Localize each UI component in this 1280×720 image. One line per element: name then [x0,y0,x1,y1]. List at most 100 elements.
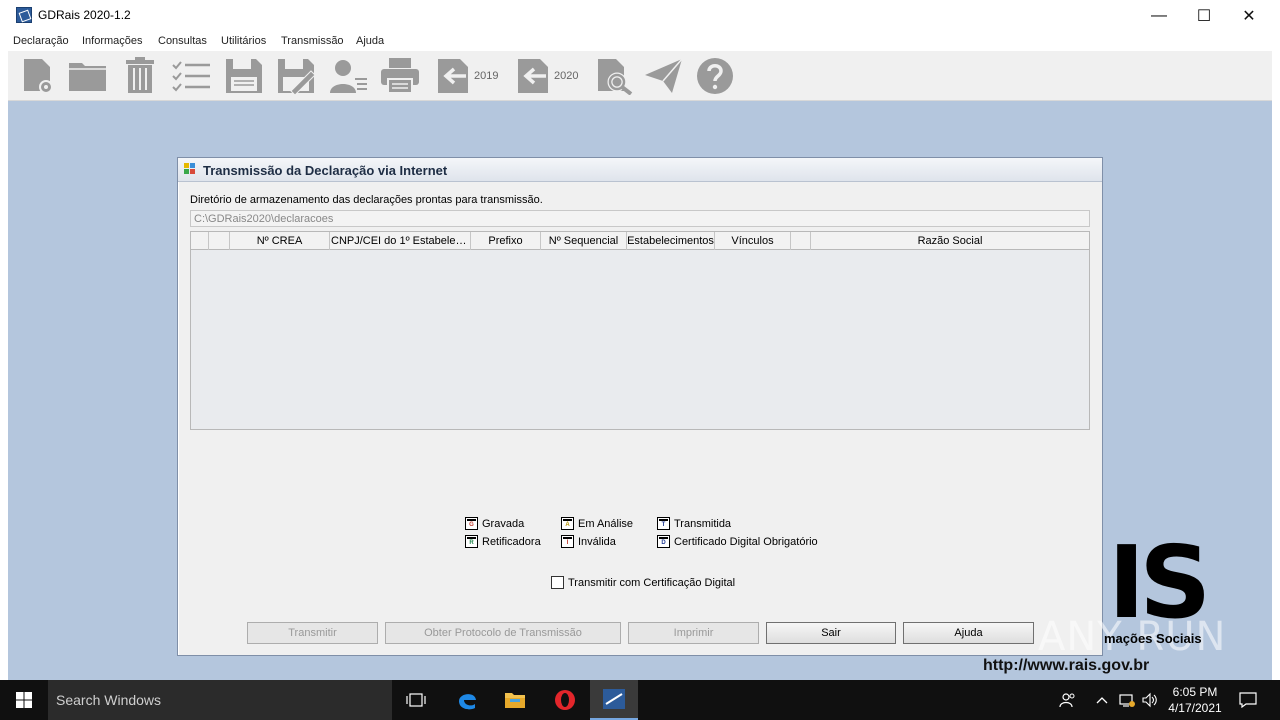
question-mark-icon [697,58,733,94]
import-arrow-icon [518,59,548,93]
minimize-button[interactable]: — [1136,0,1182,31]
save-edit-button[interactable] [277,57,317,95]
employee-button[interactable] [329,57,369,95]
rais-url: http://www.rais.gov.br [983,657,1150,674]
directory-field[interactable]: C:\GDRais2020\declaracoes [190,210,1090,227]
legend-retificadora: R Retificadora [465,535,541,548]
transmit-button[interactable] [644,57,684,95]
help-button[interactable] [696,57,734,95]
transmitted-status-icon: T [657,517,670,530]
saved-status-icon: G [465,517,478,530]
column-header-cnpj[interactable]: CNPJ/CEI do 1º Estabelecimento [330,232,471,250]
legend-label: Retificadora [482,535,541,548]
folder-icon [505,693,525,708]
document-search-icon [598,59,633,95]
transmitir-button[interactable]: Transmitir [247,622,378,644]
checkbox-box[interactable] [551,576,564,589]
search-document-button[interactable] [596,57,634,95]
menu-declaracao[interactable]: Declaração [13,35,69,47]
maximize-button[interactable]: ☐ [1181,0,1227,31]
delete-button[interactable] [124,57,156,95]
clock-date: 4/17/2021 [1168,701,1222,715]
dialog-window-icon [184,163,196,175]
rais-logo-subtitle: mações Sociais [1104,631,1202,646]
trash-icon [126,57,154,93]
sair-button[interactable]: Sair [766,622,896,644]
floppy-disk-icon [226,59,262,93]
import-2019-button[interactable]: 2019 [436,57,498,95]
gdrais-taskbar-button[interactable] [590,680,638,720]
dialog-title-bar[interactable]: Transmissão da Declaração via Internet [178,158,1102,182]
people-button[interactable] [1056,680,1080,720]
taskbar-clock[interactable]: 6:05 PM 4/17/2021 [1160,684,1230,716]
legend-invalida: I Inválida [561,535,616,548]
title-bar: GDRais 2020-1.2 — ☐ ✕ [0,0,1280,31]
start-button[interactable] [0,680,48,720]
column-header[interactable] [209,232,230,250]
edge-taskbar-button[interactable] [443,680,491,720]
table-header: Nº CREA CNPJ/CEI do 1º Estabelecimento P… [191,232,1089,250]
transmission-dialog: Transmissão da Declaração via Internet D… [177,157,1103,656]
print-button[interactable] [380,57,420,95]
network-button[interactable] [1116,680,1138,720]
column-header-sequencial[interactable]: Nº Sequencial [541,232,627,250]
column-header-razao-social[interactable]: Razão Social [811,232,1089,250]
opera-icon [555,690,575,710]
new-declaration-button[interactable] [22,57,58,95]
directory-label: Diretório de armazenamento das declaraçõ… [190,194,543,206]
volume-button[interactable] [1140,680,1160,720]
checkbox-label: Transmitir com Certificação Digital [568,576,736,589]
digital-certification-checkbox[interactable]: Transmitir com Certificação Digital [551,576,735,589]
checklist-icon [172,61,210,92]
menu-informacoes[interactable]: Informações [82,35,143,47]
column-header[interactable] [791,232,811,250]
edge-icon [459,694,476,710]
menu-transmissao[interactable]: Transmissão [281,35,344,47]
analysis-status-icon: A [561,517,574,530]
legend-label: Em Análise [578,517,634,530]
open-button[interactable] [68,57,108,95]
close-button[interactable]: ✕ [1226,0,1272,31]
task-view-icon [406,693,426,707]
legend-label: Inválida [578,535,616,548]
column-header-crea[interactable]: Nº CREA [230,232,330,250]
opera-taskbar-button[interactable] [541,680,589,720]
dialog-title: Transmissão da Declaração via Internet [203,163,448,178]
year-2020-label: 2020 [554,70,579,82]
imprimir-button[interactable]: Imprimir [628,622,759,644]
toolbar: 2019 2020 [8,51,1272,101]
column-header-estabelecimentos[interactable]: Estabelecimentos [627,232,715,250]
floppy-pencil-icon [278,59,316,95]
legend-label: Transmitida [674,517,732,530]
menu-ajuda[interactable]: Ajuda [356,35,384,47]
declarations-table[interactable]: Nº CREA CNPJ/CEI do 1º Estabelecimento P… [190,231,1090,430]
user-list-icon [330,60,367,93]
show-hidden-icons-button[interactable] [1092,680,1112,720]
task-view-button[interactable] [392,680,440,720]
certificate-status-icon: D [657,535,670,548]
legend-certificado: D Certificado Digital Obrigatório [657,535,818,548]
invalid-status-icon: I [561,535,574,548]
save-button[interactable] [225,57,263,95]
ajuda-button[interactable]: Ajuda [903,622,1034,644]
action-center-button[interactable] [1234,680,1262,720]
year-2019-label: 2019 [474,70,499,82]
rais-app-icon [603,689,625,709]
menu-consultas[interactable]: Consultas [158,35,207,47]
menu-bar: Declaração Informações Consultas Utilitá… [8,31,1272,51]
checklist-button[interactable] [172,57,212,95]
column-header-prefixo[interactable]: Prefixo [471,232,541,250]
obter-protocolo-button[interactable]: Obter Protocolo de Transmissão [385,622,621,644]
gdrais-app-icon [16,7,32,23]
taskbar-search[interactable]: Search Windows [48,680,392,720]
file-explorer-taskbar-button[interactable] [491,680,539,720]
column-header-vinculos[interactable]: Vínculos [715,232,791,250]
menu-utilitarios[interactable]: Utilitários [221,35,266,47]
rectifying-status-icon: R [465,535,478,548]
people-icon [1059,693,1075,708]
legend-em-analise: A Em Análise [561,517,633,530]
paper-plane-icon [645,58,683,93]
notification-icon [1239,692,1257,708]
column-header[interactable] [191,232,209,250]
import-2020-button[interactable]: 2020 [516,57,578,95]
